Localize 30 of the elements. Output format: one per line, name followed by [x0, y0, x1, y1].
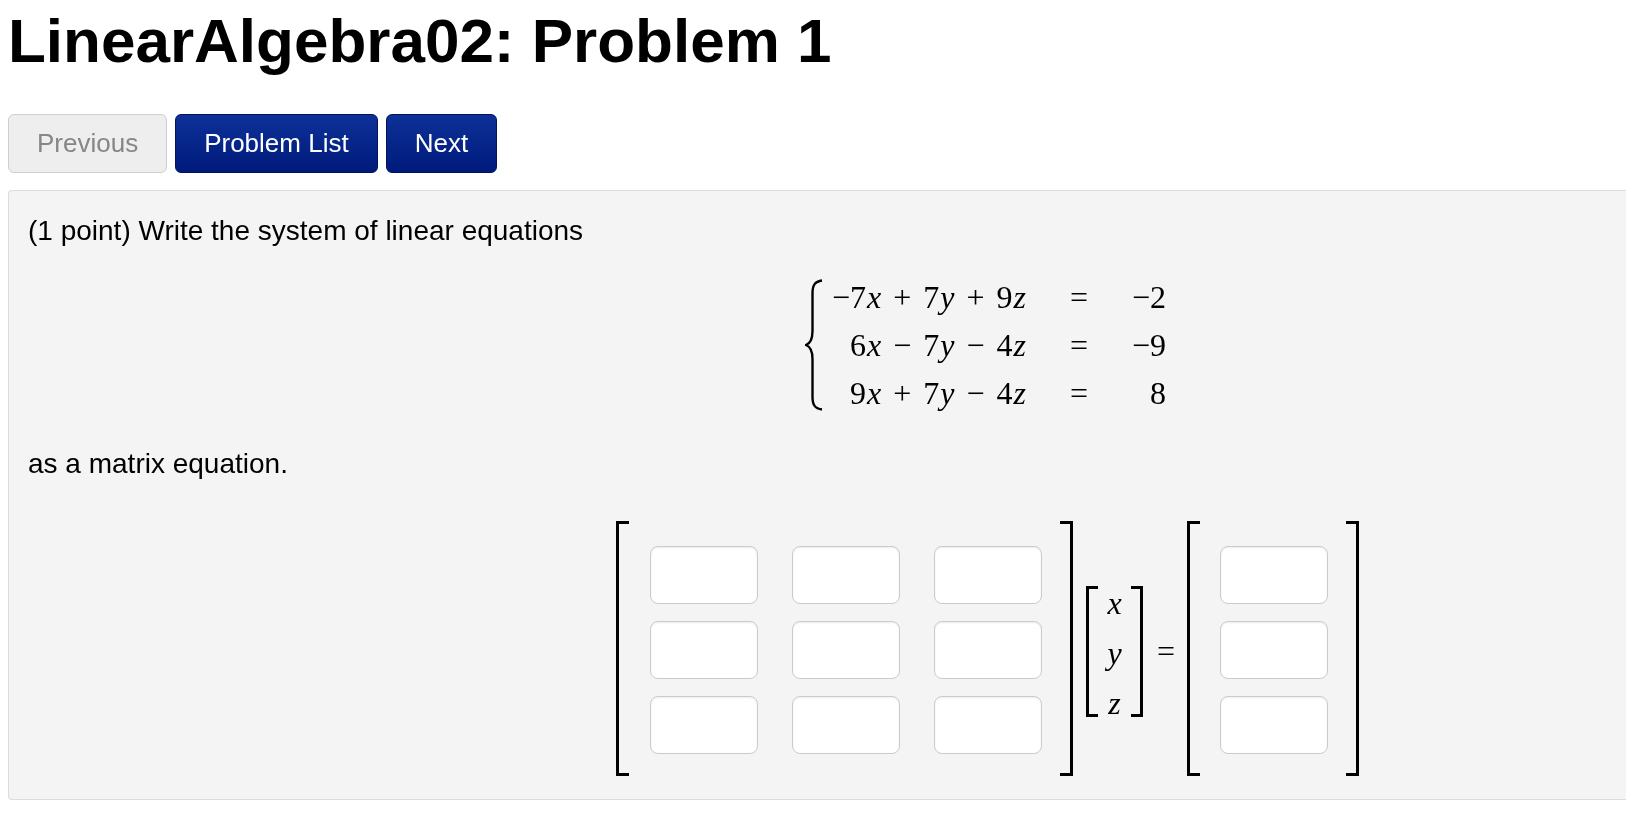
equals-sign: =: [1070, 278, 1089, 317]
instruction-text: as a matrix equation.: [28, 447, 289, 481]
answer-box[interactable]: [1220, 696, 1329, 754]
equals-sign: =: [1070, 374, 1089, 413]
equals-sign: =: [1157, 632, 1176, 671]
nav-button[interactable]: Problem List: [175, 114, 378, 173]
nav-button[interactable]: Next: [385, 114, 498, 173]
answer-box[interactable]: [792, 621, 900, 679]
equation-right-side: −9: [1132, 326, 1167, 365]
variable-label: y: [1104, 633, 1123, 673]
equation-left-side: 6x − 7y − 4z: [849, 326, 1026, 365]
equation-right-side: −2: [1132, 278, 1167, 317]
page-title: LinearAlgebra02: Problem 1: [8, 8, 833, 74]
answer-box[interactable]: [934, 621, 1042, 679]
answer-box[interactable]: [1220, 546, 1329, 604]
answer-box[interactable]: [792, 546, 900, 604]
equation-left-side: −7x + 7y + 9z: [832, 278, 1026, 317]
answer-box[interactable]: [650, 621, 758, 679]
variable-label: z: [1107, 683, 1122, 723]
answer-box[interactable]: [934, 696, 1042, 754]
answer-box[interactable]: [934, 546, 1042, 604]
problem-text: (1 point) Write the system of linear equations: [28, 214, 585, 248]
variable-label: x: [1106, 583, 1123, 623]
answer-box[interactable]: [650, 546, 758, 604]
answer-box[interactable]: [792, 696, 900, 754]
equation-left-side: 9x + 7y − 4z: [849, 374, 1026, 413]
equation-right-side: 8: [1149, 374, 1167, 413]
answer-box[interactable]: [1220, 621, 1329, 679]
answer-box[interactable]: [650, 696, 758, 754]
equals-sign: =: [1070, 326, 1089, 365]
